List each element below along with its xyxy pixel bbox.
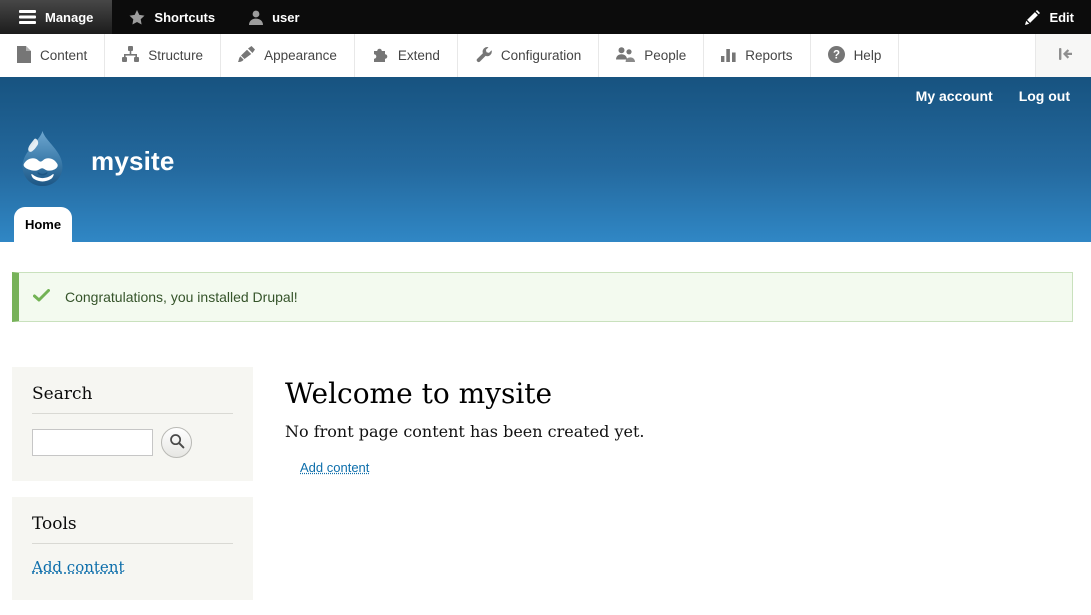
wrench-icon: [475, 46, 492, 66]
barchart-icon: [721, 47, 736, 65]
log-out-link[interactable]: Log out: [1019, 88, 1070, 104]
toolbar-tab-label: Structure: [148, 48, 203, 63]
tools-block: Tools Add content: [12, 497, 253, 600]
toolbar-tab-configuration[interactable]: Configuration: [458, 34, 599, 77]
toolbar-tab-structure[interactable]: Structure: [105, 34, 221, 77]
admin-toolbar-bar: Manage Shortcuts user Edit: [0, 0, 1091, 34]
search-icon: [169, 433, 185, 452]
pencil-icon: [1025, 10, 1040, 25]
search-block-title: Search: [32, 384, 233, 414]
checkmark-icon: [33, 289, 50, 305]
site-name[interactable]: mysite: [91, 146, 175, 177]
empty-frontpage-text: No front page content has been created y…: [285, 422, 1091, 441]
admin-tab-manage[interactable]: Manage: [0, 0, 112, 34]
toolbar-spacer: [899, 34, 1035, 77]
edit-button[interactable]: Edit: [1008, 0, 1091, 34]
admin-tab-shortcuts[interactable]: Shortcuts: [112, 0, 232, 34]
toolbar-tab-extend[interactable]: Extend: [355, 34, 458, 77]
drupal-logo[interactable]: [14, 130, 71, 192]
tab-home-label: Home: [25, 217, 61, 232]
toolbar-tab-label: Appearance: [264, 48, 337, 63]
toolbar-tab-people[interactable]: People: [599, 34, 704, 77]
page-content: Congratulations, you installed Drupal! S…: [0, 272, 1091, 615]
toolbar-tab-reports[interactable]: Reports: [704, 34, 810, 77]
admin-tab-label: user: [272, 10, 299, 25]
admin-tab-label: Shortcuts: [154, 10, 215, 25]
site-branding: mysite: [14, 130, 175, 192]
document-icon: [17, 46, 31, 66]
tools-block-title: Tools: [32, 514, 233, 544]
tab-home[interactable]: Home: [14, 207, 72, 242]
admin-tab-user[interactable]: user: [232, 0, 316, 34]
toolbar-tab-content[interactable]: Content: [0, 34, 105, 77]
search-form: [32, 427, 233, 458]
main-content: Welcome to mysite No front page content …: [285, 367, 1091, 477]
add-content-link[interactable]: Add content: [300, 460, 369, 475]
status-message: Congratulations, you installed Drupal!: [12, 272, 1073, 322]
toolbar-tab-appearance[interactable]: Appearance: [221, 34, 355, 77]
toolbar-tab-label: People: [644, 48, 686, 63]
paintbrush-icon: [238, 46, 255, 65]
page-title: Welcome to mysite: [285, 377, 1091, 410]
sidebar-first: Search Tools Add content: [12, 367, 253, 615]
toolbar-orientation-toggle[interactable]: [1035, 34, 1091, 77]
status-message-text: Congratulations, you installed Drupal!: [65, 289, 298, 305]
search-input[interactable]: [32, 429, 153, 456]
sitemap-icon: [122, 46, 139, 65]
tools-menu: Add content: [32, 558, 233, 577]
search-submit-button[interactable]: [161, 427, 192, 458]
people-icon: [616, 46, 635, 65]
edit-button-label: Edit: [1049, 10, 1074, 25]
admin-tab-label: Manage: [45, 10, 93, 25]
search-block: Search: [12, 367, 253, 481]
user-icon: [249, 10, 263, 25]
star-icon: [129, 10, 145, 25]
puzzle-icon: [372, 46, 389, 65]
admin-bar-spacer: [317, 0, 1009, 34]
toolbar-tab-label: Reports: [745, 48, 792, 63]
my-account-link[interactable]: My account: [916, 88, 993, 104]
toolbar-tab-label: Help: [854, 48, 882, 63]
site-header: My account Log out mysite Ho: [0, 77, 1091, 242]
toolbar-tab-label: Configuration: [501, 48, 581, 63]
secondary-menu: My account Log out: [916, 88, 1070, 104]
sidebar-add-content-link[interactable]: Add content: [32, 558, 125, 576]
help-icon: ?: [828, 46, 845, 66]
toolbar-tab-label: Content: [40, 48, 87, 63]
admin-toolbar-tray: Content Structure Appearance Extend Conf…: [0, 34, 1091, 77]
toolbar-tab-label: Extend: [398, 48, 440, 63]
hamburger-icon: [19, 10, 36, 24]
collapse-left-icon: [1055, 47, 1073, 64]
svg-text:?: ?: [833, 49, 840, 61]
layout-columns: Search Tools Add content Welcome: [0, 367, 1091, 615]
toolbar-tab-help[interactable]: ? Help: [811, 34, 900, 77]
